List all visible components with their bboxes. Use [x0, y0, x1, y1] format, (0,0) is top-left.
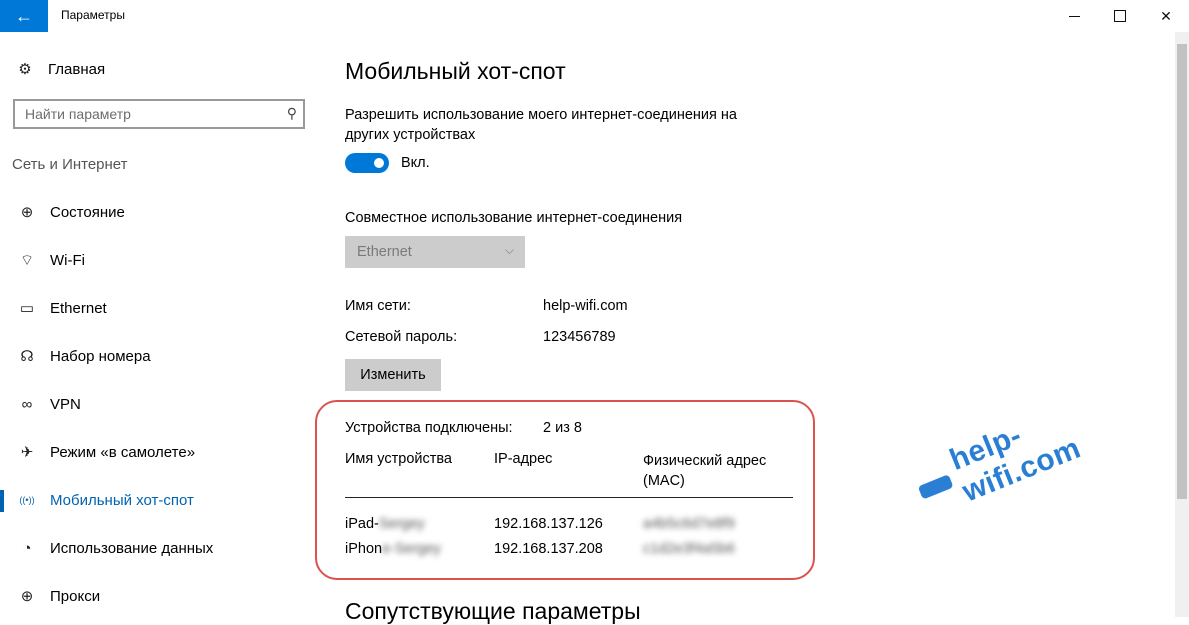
sidebar-item-data-usage[interactable]: ◔ Использование данных	[0, 524, 325, 572]
maximize-button[interactable]	[1097, 0, 1143, 32]
sidebar: ⚙ Главная ⚲ Сеть и Интернет ⊕ Состояние ⌔ W…	[0, 32, 325, 617]
sidebar-item-wifi[interactable]: ⌔ Wi-Fi	[0, 236, 325, 284]
hotspot-toggle-row: Вкл.	[345, 153, 430, 173]
close-button[interactable]: ✕	[1143, 0, 1189, 32]
sidebar-item-label: Состояние	[50, 203, 125, 221]
minimize-icon	[1068, 15, 1080, 17]
window-title: Параметры	[61, 8, 125, 22]
sidebar-item-hotspot[interactable]: ((•)) Мобильный хот-спот	[0, 476, 325, 524]
header-device-name: Имя устройства	[345, 451, 452, 467]
password-value: 123456789	[543, 329, 616, 345]
gear-icon: ⚙	[18, 61, 32, 78]
section-label: Сеть и Интернет	[12, 156, 128, 173]
vpn-icon: ∞	[21, 395, 33, 413]
sidebar-item-label: Ethernet	[50, 299, 107, 317]
related-settings-title: Сопутствующие параметры	[345, 598, 641, 624]
edit-button[interactable]: Изменить	[345, 359, 441, 391]
sidebar-item-label: Режим «в самолете»	[50, 443, 196, 461]
sidebar-item-label: Использование данных	[50, 539, 214, 557]
password-label: Сетевой пароль:	[345, 329, 458, 345]
page-title: Мобильный хот-спот	[345, 58, 566, 84]
device-name-hidden: Sergey	[378, 516, 425, 532]
device-mac: a4b5c6d7e8f9	[643, 516, 735, 532]
device-ip: 192.168.137.208	[494, 541, 603, 557]
nav-list: ⊕ Состояние ⌔ Wi-Fi ▭ Ethernet ☊ Набор номера ∞ V…	[0, 188, 325, 620]
share-from-label: Совместное использование интернет-соедин…	[345, 210, 683, 226]
data-usage-icon: ◔	[22, 539, 32, 557]
share-from-select[interactable]: Ethernet ⌵	[345, 236, 525, 268]
sidebar-item-label: Прокси	[50, 587, 101, 605]
proxy-icon: ⊕	[20, 588, 34, 605]
device-name: iPad-	[345, 516, 379, 532]
toggle-state-label: Вкл.	[401, 155, 430, 171]
sidebar-item-dialup[interactable]: ☊ Набор номера	[0, 332, 325, 380]
hotspot-icon: ((•))	[19, 495, 35, 505]
sidebar-item-label: VPN	[50, 395, 81, 413]
chevron-down-icon: ⌵	[504, 243, 514, 257]
device-mac: c1d2e3f4a5b6	[643, 541, 735, 557]
share-description: Разрешить использование моего интернет-с…	[345, 107, 737, 143]
network-name-value: help-wifi.com	[543, 298, 628, 314]
scrollbar[interactable]	[1175, 32, 1189, 617]
share-from-value: Ethernet	[357, 244, 412, 260]
hotspot-toggle[interactable]	[345, 153, 389, 173]
sidebar-item-label: Набор номера	[50, 347, 151, 365]
table-divider	[345, 497, 793, 498]
minimize-button[interactable]	[1051, 0, 1097, 32]
sidebar-home[interactable]: ⚙ Главная	[15, 59, 105, 79]
sidebar-item-vpn[interactable]: ∞ VPN	[0, 380, 325, 428]
wifi-icon: ⌔	[19, 251, 35, 269]
sidebar-item-label: Wi-Fi	[50, 251, 85, 269]
maximize-icon	[1114, 10, 1126, 22]
status-icon: ⊕	[20, 204, 34, 221]
sidebar-item-proxy[interactable]: ⊕ Прокси	[0, 572, 325, 620]
back-button[interactable]: ←	[0, 0, 48, 32]
search-icon[interactable]: ⚲	[287, 105, 297, 122]
sidebar-item-status[interactable]: ⊕ Состояние	[0, 188, 325, 236]
dialup-icon: ☊	[20, 348, 34, 365]
close-icon: ✕	[1160, 7, 1172, 24]
home-label: Главная	[48, 60, 106, 78]
back-arrow-icon: ←	[15, 5, 33, 26]
title-bar: ← Параметры ✕	[0, 0, 1189, 32]
router-icon	[917, 474, 954, 500]
scroll-thumb[interactable]	[1177, 44, 1187, 499]
devices-connected-value: 2 из 8	[543, 420, 582, 436]
sidebar-item-airplane[interactable]: ✈ Режим «в самолете»	[0, 428, 325, 476]
header-ip: IP-адрес	[494, 451, 553, 467]
device-ip: 192.168.137.126	[494, 516, 603, 532]
main-content: Мобильный хот-спот Разрешить использован…	[315, 32, 1165, 624]
toggle-knob	[374, 158, 384, 168]
header-mac: Физический адрес (MAC)	[643, 453, 767, 489]
sidebar-item-ethernet[interactable]: ▭ Ethernet	[0, 284, 325, 332]
sidebar-item-label: Мобильный хот-спот	[50, 491, 194, 509]
search-input[interactable]	[15, 101, 285, 127]
device-name-hidden: e-Sergey	[382, 541, 441, 557]
network-name-label: Имя сети:	[345, 298, 411, 314]
ethernet-icon: ▭	[19, 300, 35, 317]
search-box: ⚲	[13, 99, 305, 129]
devices-connected-label: Устройства подключены:	[345, 420, 513, 436]
airplane-icon: ✈	[20, 444, 34, 461]
device-name: iPhon	[345, 541, 383, 557]
